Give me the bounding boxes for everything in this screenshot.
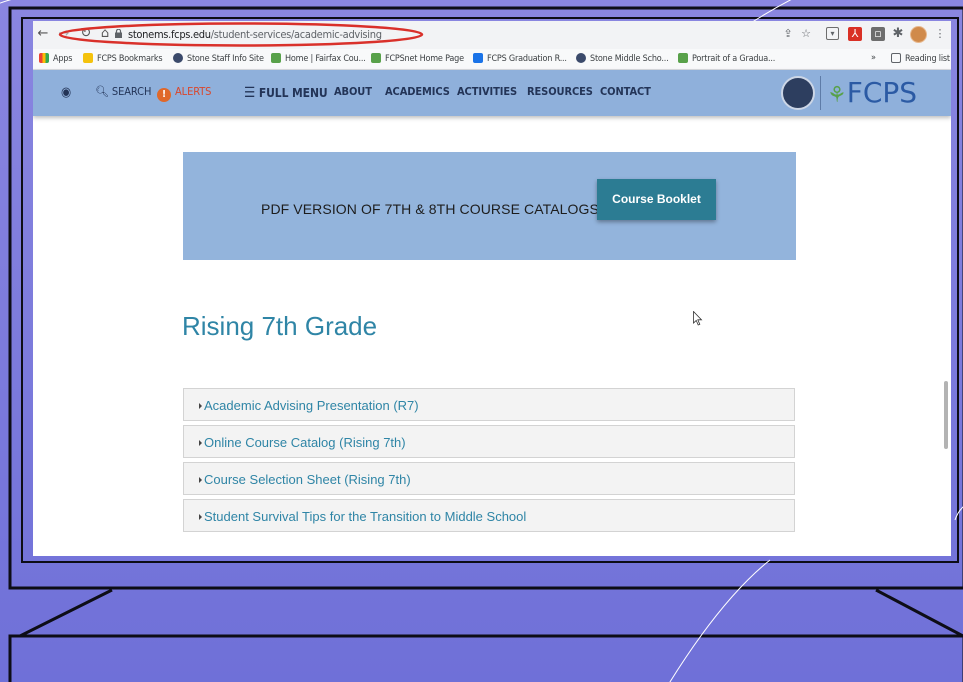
caret-right-icon [199, 514, 202, 520]
bookmark-label: Stone Staff Info Site [187, 54, 264, 64]
reading-list-icon [891, 53, 901, 63]
accordion-item[interactable]: Academic Advising Presentation (R7) [183, 388, 795, 421]
fcps-leaf-icon [271, 53, 281, 63]
bookmark-portrait-graduate[interactable]: Portrait of a Gradua... [678, 53, 775, 64]
bookmarks-bar: Apps FCPS Bookmarks Stone Staff Info Sit… [33, 49, 951, 70]
alerts-button[interactable]: ! ALERTS [157, 85, 211, 102]
globe-icon[interactable]: ◉ [61, 85, 71, 100]
acrobat-extension-icon[interactable]: ⅄ [848, 27, 862, 41]
accordion-item[interactable]: Course Selection Sheet (Rising 7th) [183, 462, 795, 495]
caret-right-icon [199, 477, 202, 483]
school-seal-logo[interactable] [781, 76, 815, 110]
mouse-cursor-icon [693, 311, 703, 326]
full-menu-label: FULL MENU [258, 86, 328, 100]
accordion-item[interactable]: Student Survival Tips for the Transition… [183, 499, 795, 532]
fcps-logo-text: FCPS [846, 76, 918, 109]
bookmark-fcpsnet[interactable]: FCPSnet Home Page [371, 53, 464, 64]
stone-seal-icon [173, 53, 183, 63]
bookmark-label: FCPSnet Home Page [385, 54, 464, 64]
section-heading: Rising 7th Grade [182, 311, 378, 341]
reading-list-button[interactable]: Reading list [891, 53, 950, 64]
nav-resources[interactable]: RESOURCES [527, 85, 593, 98]
bookmark-stone-middle[interactable]: Stone Middle Scho... [576, 53, 669, 64]
fcps-logo[interactable]: ⚘FCPS [827, 76, 917, 109]
course-catalog-banner: PDF VERSION OF 7TH & 8TH COURSE CATALOGS… [183, 152, 796, 260]
nav-contact[interactable]: CONTACT [600, 85, 651, 98]
course-booklet-button[interactable]: Course Booklet [597, 179, 716, 220]
hamburger-icon: ☰ [244, 85, 256, 101]
bookmark-label: FCPS Graduation R... [487, 54, 567, 64]
accordion-label: Course Selection Sheet (Rising 7th) [204, 472, 411, 487]
menu-kebab-icon[interactable]: ⋮ [933, 27, 947, 41]
bookmarks-overflow-button[interactable]: » [871, 53, 876, 63]
pocket-extension-icon[interactable]: ▾ [826, 27, 839, 40]
star-icon[interactable]: ☆ [799, 27, 813, 41]
site-navigation: ◉ 🔍︎ SEARCH ! ALERTS ☰ FULL MENU ABOUT AC… [33, 70, 951, 116]
nav-about[interactable]: ABOUT [334, 85, 372, 98]
fcps-leaf-logo-icon: ⚘ [827, 83, 847, 108]
bookmark-home-fairfax[interactable]: Home | Fairfax Cou... [271, 53, 366, 64]
bookmark-fcps-bookmarks[interactable]: FCPS Bookmarks [83, 53, 163, 64]
profile-avatar[interactable] [910, 26, 927, 43]
bookmark-label: Home | Fairfax Cou... [285, 54, 366, 64]
full-menu-button[interactable]: ☰ FULL MENU [244, 85, 328, 101]
apps-grid-icon [39, 53, 49, 63]
caret-right-icon [199, 440, 202, 446]
accordion-label: Student Survival Tips for the Transition… [204, 509, 527, 524]
bookmark-fcps-graduation[interactable]: FCPS Graduation R... [473, 53, 567, 64]
bookmark-label: Apps [53, 54, 73, 64]
bookmark-stone-staff[interactable]: Stone Staff Info Site [173, 53, 264, 64]
alerts-label: ALERTS [175, 85, 212, 98]
search-label: SEARCH [111, 85, 152, 98]
bookmark-apps[interactable]: Apps [39, 53, 72, 64]
caret-right-icon [199, 403, 202, 409]
bookmark-label: Portrait of a Gradua... [692, 54, 776, 64]
search-button[interactable]: 🔍︎ SEARCH [95, 85, 151, 98]
fcps-leaf-icon [371, 53, 381, 63]
back-arrow-icon[interactable]: ← [35, 26, 51, 42]
logo-divider [820, 76, 821, 110]
accordion-label: Online Course Catalog (Rising 7th) [204, 435, 406, 450]
url-highlight-ellipse [58, 22, 424, 47]
folder-icon [83, 53, 93, 63]
page-scrollbar-thumb[interactable] [944, 381, 948, 449]
accordion-label: Academic Advising Presentation (R7) [204, 398, 419, 413]
alert-icon: ! [157, 88, 171, 102]
share-icon[interactable]: ⇪ [781, 27, 795, 41]
address-bar-row: ← → ↻ ⌂ stonems.fcps.edu/student-service… [33, 21, 951, 49]
extension-box-icon[interactable]: ▫ [871, 27, 885, 41]
search-icon: 🔍︎ [95, 85, 109, 98]
stone-seal-icon [576, 53, 586, 63]
browser-window: ← → ↻ ⌂ stonems.fcps.edu/student-service… [33, 21, 951, 556]
reading-list-label: Reading list [905, 54, 950, 64]
bookmark-label: Stone Middle Scho... [590, 54, 669, 64]
calendar-icon [473, 53, 483, 63]
fcps-leaf-icon [678, 53, 688, 63]
nav-activities[interactable]: ACTIVITIES [457, 85, 517, 98]
bookmark-label: FCPS Bookmarks [97, 54, 163, 64]
extensions-puzzle-icon[interactable]: ✱ [891, 27, 905, 41]
accordion-item[interactable]: Online Course Catalog (Rising 7th) [183, 425, 795, 458]
nav-academics[interactable]: ACADEMICS [385, 85, 450, 98]
banner-text: PDF VERSION OF 7TH & 8TH COURSE CATALOGS… [261, 201, 603, 217]
